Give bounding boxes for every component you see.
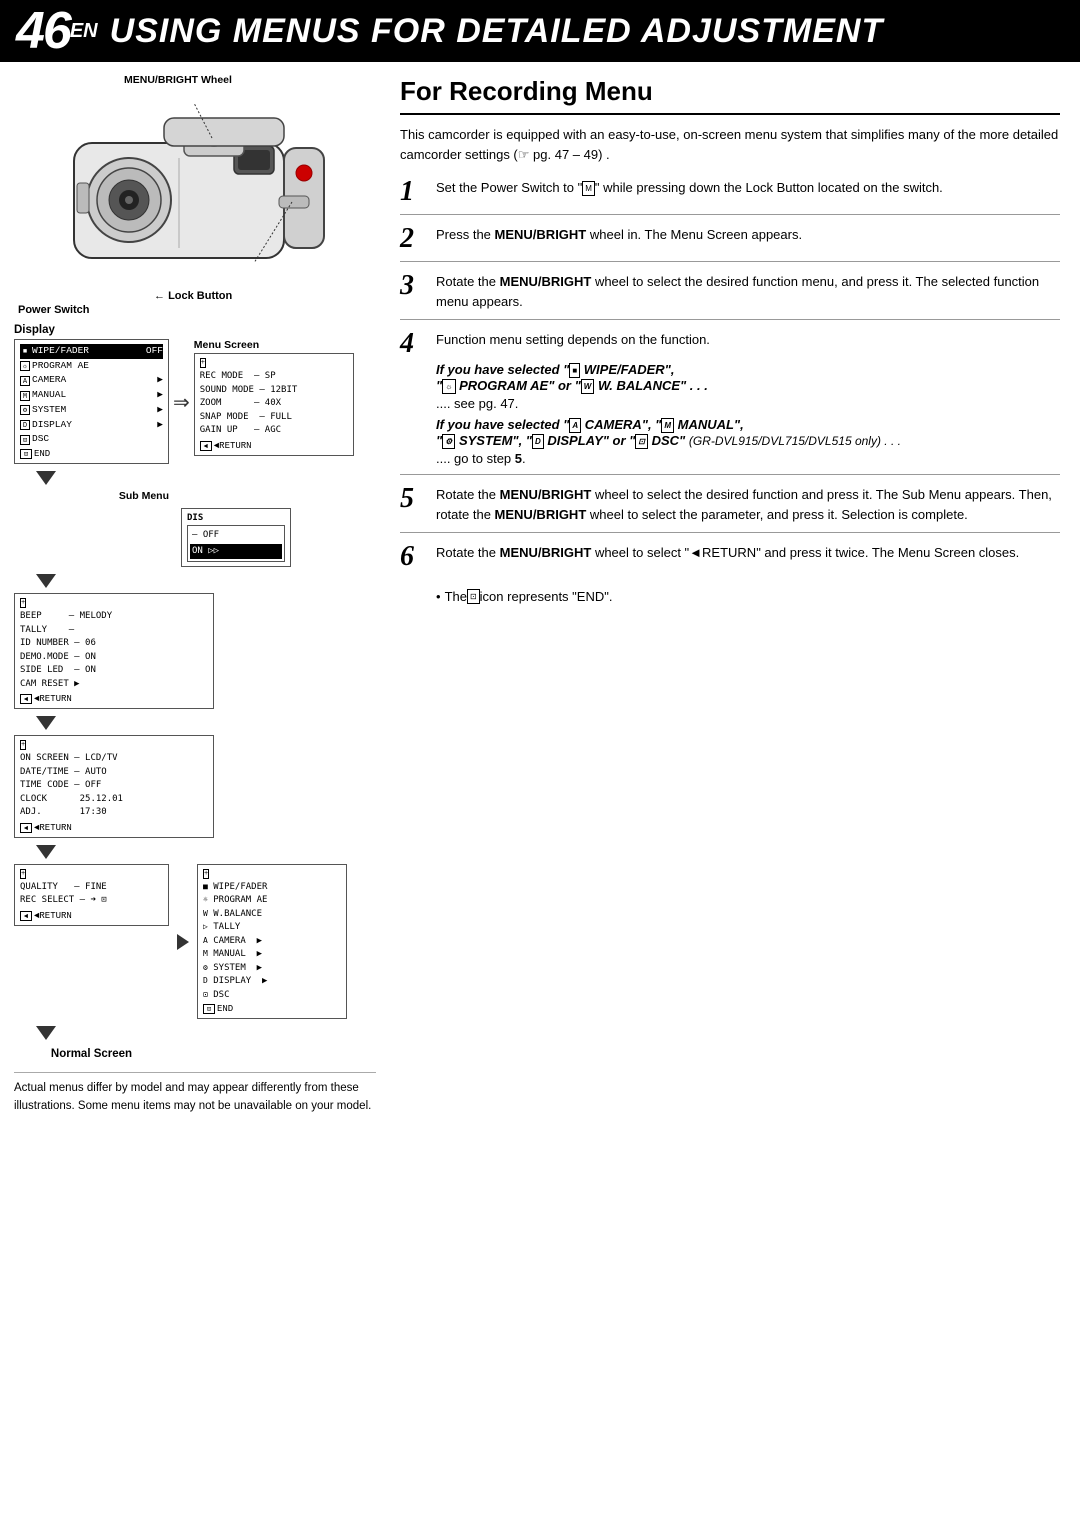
return-row-4: ◄◄RETURN bbox=[20, 911, 163, 921]
step-5-content: Rotate the MENU/BRIGHT wheel to select t… bbox=[436, 485, 1060, 524]
page-en: EN bbox=[70, 20, 98, 43]
dsc-menu-box: + QUALITY – FINE REC SELECT – ➜ ⊡ ◄◄RETU… bbox=[14, 864, 169, 926]
display-sub-menu-box: + ON SCREEN – LCD/TV DATE/TIME – AUTO TI… bbox=[14, 735, 214, 838]
page-header: 46EN USING MENUS FOR DETAILED ADJUSTMENT bbox=[0, 0, 1080, 62]
arrow-down-3 bbox=[36, 716, 56, 730]
menu-item-camera: ACAMERA▶ bbox=[20, 373, 163, 388]
camera-diagram: MENU/BRIGHT Wheel bbox=[14, 74, 376, 316]
arrow-down-2 bbox=[36, 574, 56, 588]
step-2-content: Press the MENU/BRIGHT wheel in. The Menu… bbox=[436, 225, 1060, 245]
note1-icon3: W bbox=[581, 379, 595, 394]
arrow-down-1 bbox=[36, 471, 56, 485]
bullet-note: The ⊡ icon represents "END". bbox=[436, 589, 1060, 604]
end-row: ⊡END bbox=[20, 449, 163, 459]
note2-icon5: ⊡ bbox=[635, 434, 648, 449]
step-4-note1: If you have selected "■ WIPE/FADER", "☼ … bbox=[436, 362, 901, 394]
step-2: 2 Press the MENU/BRIGHT wheel in. The Me… bbox=[400, 225, 1060, 262]
menu-item-display: DDISPLAY▶ bbox=[20, 418, 163, 433]
footnote: Actual menus differ by model and may app… bbox=[14, 1072, 376, 1116]
note1-icon1: ■ bbox=[569, 363, 580, 378]
sub-menu-box: DIS – OFF ON ▷▷ bbox=[181, 508, 291, 567]
lock-button-label: ← Lock Button bbox=[154, 290, 232, 302]
power-switch-label: Power Switch bbox=[18, 304, 90, 316]
step-3-content: Rotate the MENU/BRIGHT wheel to select t… bbox=[436, 272, 1060, 311]
step-4: 4 Function menu setting depends on the f… bbox=[400, 330, 1060, 475]
step-4-go: .... go to step 5. bbox=[436, 451, 901, 466]
arrow-right-normal bbox=[177, 934, 189, 950]
note1-icon2: ☼ bbox=[442, 379, 455, 394]
step-6-num: 6 bbox=[400, 543, 436, 571]
arrow-down-4 bbox=[36, 845, 56, 859]
display-label: Display bbox=[14, 324, 55, 336]
step1-icon: M bbox=[582, 181, 595, 196]
step-3: 3 Rotate the MENU/BRIGHT wheel to select… bbox=[400, 272, 1060, 320]
return-row-2: ◄◄RETURN bbox=[20, 694, 208, 704]
main-content: MENU/BRIGHT Wheel bbox=[0, 62, 1080, 1128]
step-5: 5 Rotate the MENU/BRIGHT wheel to select… bbox=[400, 485, 1060, 533]
step-3-num: 3 bbox=[400, 272, 436, 300]
note2-icon3: ⚙ bbox=[442, 434, 455, 449]
menu-screen-label: Menu Screen bbox=[194, 339, 259, 351]
step-2-num: 2 bbox=[400, 225, 436, 253]
menu-item-manual: MMANUAL▶ bbox=[20, 388, 163, 403]
step-1-content: Set the Power Switch to "M" while pressi… bbox=[436, 178, 1060, 198]
step-4-content: Function menu setting depends on the fun… bbox=[436, 330, 710, 350]
step-4-num: 4 bbox=[400, 330, 436, 358]
page-number: 46 bbox=[16, 5, 70, 57]
step-1: 1 Set the Power Switch to "M" while pres… bbox=[400, 178, 1060, 215]
step-5-num: 5 bbox=[400, 485, 436, 513]
left-column: MENU/BRIGHT Wheel bbox=[0, 62, 390, 1128]
menu-item-dsc: ⊡DSC bbox=[20, 432, 163, 447]
bullet-icon: ⊡ bbox=[467, 589, 480, 604]
return-row-1: ◄◄RETURN bbox=[200, 441, 348, 451]
arrow-down-5 bbox=[36, 1026, 56, 1040]
menu-item-system: ⚙SYSTEM▶ bbox=[20, 403, 163, 418]
return-row-3: ◄◄RETURN bbox=[20, 823, 208, 833]
step-1-num: 1 bbox=[400, 178, 436, 206]
right-column: For Recording Menu This camcorder is equ… bbox=[390, 62, 1080, 1128]
menu-bright-label: MENU/BRIGHT Wheel bbox=[124, 74, 232, 86]
system-menu-box: + BEEP – MELODY TALLY – ID NUMBER – 06 D… bbox=[14, 593, 214, 709]
menu-item-wipe: ■WIPE/FADEROFF bbox=[20, 344, 163, 359]
normal-screen-label: Normal Screen bbox=[51, 1048, 132, 1060]
step-4-see: .... see pg. 47. bbox=[436, 396, 901, 411]
footnote-text: Actual menus differ by model and may app… bbox=[14, 1082, 371, 1112]
intro-text: This camcorder is equipped with an easy-… bbox=[400, 125, 1060, 164]
step-4-notes: If you have selected "■ WIPE/FADER", "☼ … bbox=[436, 362, 901, 466]
menu-item-program: ☼PROGRAM AE bbox=[20, 359, 163, 374]
step-4-note2: If you have selected "A CAMERA", "M MANU… bbox=[436, 417, 901, 449]
page-title: USING MENUS FOR DETAILED ADJUSTMENT bbox=[110, 12, 884, 51]
section-title: For Recording Menu bbox=[400, 76, 1060, 115]
menu-screen-box: + REC MODE – SP SOUND MODE – 12BIT ZOOM … bbox=[194, 353, 354, 456]
end-row-normal: ⊡END bbox=[203, 1004, 341, 1014]
sub-menu-label: Sub Menu bbox=[14, 490, 169, 502]
display-menu-box: ■WIPE/FADEROFF ☼PROGRAM AE ACAMERA▶ MMAN… bbox=[14, 339, 169, 464]
normal-screen-box: + ■ WIPE/FADER ☼ PROGRAM AE W W.BALANCE … bbox=[197, 864, 347, 1020]
note2-icon4: D bbox=[532, 434, 544, 449]
step-6: 6 Rotate the MENU/BRIGHT wheel to select… bbox=[400, 543, 1060, 579]
camera-svg bbox=[14, 88, 354, 288]
note2-icon2: M bbox=[661, 418, 674, 433]
step-6-content: Rotate the MENU/BRIGHT wheel to select "… bbox=[436, 543, 1060, 563]
note2-icon1: A bbox=[569, 418, 581, 433]
